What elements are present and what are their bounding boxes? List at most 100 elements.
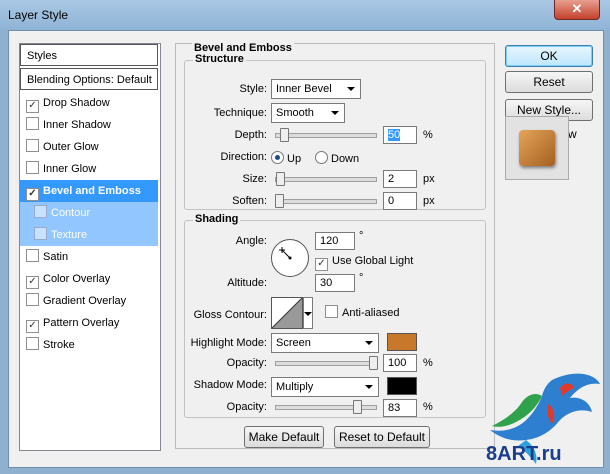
style-item-label: Inner Shadow: [43, 119, 111, 131]
highlight-mode-label: Highlight Mode:: [190, 337, 267, 349]
soften-slider-track[interactable]: [275, 199, 377, 204]
reset-button[interactable]: Reset: [505, 71, 593, 93]
style-item-stroke[interactable]: Stroke: [20, 334, 158, 356]
shadow-opacity-input[interactable]: 83: [383, 399, 417, 417]
style-item-label: Stroke: [43, 339, 75, 351]
style-item-pattern-overlay[interactable]: ✓ Pattern Overlay: [20, 312, 158, 334]
size-slider-thumb[interactable]: [276, 172, 285, 186]
depth-slider-track[interactable]: [275, 133, 377, 138]
checkbox-icon[interactable]: [26, 293, 39, 306]
chevron-down-icon: [331, 111, 339, 115]
checkbox-icon[interactable]: [26, 161, 39, 174]
style-label: Style:: [239, 83, 267, 95]
close-button[interactable]: ✕: [554, 0, 600, 20]
shading-group: Shading Angle: 120 ° ✓ Use Global Light A…: [184, 213, 486, 418]
styles-header[interactable]: Styles: [20, 44, 158, 66]
style-item-label: Contour: [51, 207, 91, 219]
style-item-inner-shadow[interactable]: Inner Shadow: [20, 114, 158, 136]
depth-input[interactable]: 50: [383, 126, 417, 144]
checkbox-checked-icon: ✓: [315, 258, 328, 271]
shadow-mode-select[interactable]: Multiply: [271, 377, 379, 397]
style-item-label: Drop Shadow: [43, 97, 110, 109]
chevron-down-icon: [347, 87, 355, 91]
direction-up-option[interactable]: Up: [271, 151, 301, 165]
checkbox-checked-icon[interactable]: ✓: [26, 100, 39, 113]
checkbox-icon[interactable]: [26, 139, 39, 152]
checkbox-icon[interactable]: [26, 117, 39, 130]
checkbox-icon[interactable]: [34, 227, 47, 240]
shadow-opacity-unit: %: [423, 401, 433, 413]
checkbox-icon: [325, 305, 338, 318]
shadow-opacity-label: Opacity:: [226, 401, 267, 413]
highlight-mode-select[interactable]: Screen: [271, 333, 379, 353]
highlight-opacity-thumb[interactable]: [369, 356, 378, 370]
reset-to-default-button[interactable]: Reset to Default: [334, 426, 430, 448]
style-item-drop-shadow[interactable]: ✓ Drop Shadow: [20, 92, 158, 114]
style-value: Inner Bevel: [276, 83, 332, 95]
style-item-label: Inner Glow: [43, 163, 97, 175]
layer-style-window: Layer Style ✕ Styles Blending Options: D…: [0, 0, 610, 474]
direction-down-option[interactable]: Down: [315, 151, 359, 165]
structure-title: Structure: [193, 53, 246, 65]
angle-dial[interactable]: [271, 239, 309, 277]
highlight-opacity-track[interactable]: [275, 361, 377, 366]
make-default-button[interactable]: Make Default: [244, 426, 324, 448]
style-select[interactable]: Inner Bevel: [271, 79, 361, 99]
style-item-label: Bevel and Emboss: [43, 185, 141, 197]
bevel-emboss-panel: Bevel and Emboss Structure Style: Inner …: [175, 42, 495, 449]
chevron-down-icon: [304, 312, 312, 316]
highlight-color-swatch[interactable]: [387, 333, 417, 351]
checkbox-icon[interactable]: [26, 337, 39, 350]
depth-label: Depth:: [234, 129, 267, 141]
anti-aliased-checkbox[interactable]: Anti-aliased: [325, 305, 399, 319]
gloss-contour-label: Gloss Contour:: [193, 309, 267, 321]
checkbox-checked-icon[interactable]: ✓: [26, 320, 39, 333]
shadow-mode-value: Multiply: [276, 381, 314, 393]
size-unit: px: [423, 173, 435, 185]
ok-button[interactable]: OK: [505, 45, 593, 67]
checkbox-checked-icon[interactable]: ✓: [26, 188, 39, 201]
title-bar: Layer Style ✕: [0, 0, 610, 30]
technique-value: Smooth: [276, 107, 314, 119]
style-item-satin[interactable]: Satin: [20, 246, 158, 268]
angle-unit: °: [359, 230, 364, 242]
style-item-texture[interactable]: Texture: [20, 224, 158, 246]
style-item-label: Pattern Overlay: [43, 317, 120, 329]
highlight-opacity-input[interactable]: 100: [383, 354, 417, 372]
soften-input[interactable]: 0: [383, 192, 417, 210]
size-input[interactable]: 2: [383, 170, 417, 188]
style-item-outer-glow[interactable]: Outer Glow: [20, 136, 158, 158]
style-item-label: Color Overlay: [43, 273, 111, 285]
highlight-mode-value: Screen: [276, 337, 311, 349]
shadow-color-swatch[interactable]: [387, 377, 417, 395]
blending-options-item[interactable]: Blending Options: Default: [20, 68, 158, 90]
style-item-label: Satin: [43, 251, 69, 263]
contour-curve-icon: [272, 298, 302, 328]
gloss-contour-dropdown[interactable]: [303, 297, 313, 329]
shadow-opacity-thumb[interactable]: [353, 400, 362, 414]
altitude-input[interactable]: 30: [315, 274, 355, 292]
radio-icon: [315, 151, 328, 164]
angle-input[interactable]: 120: [315, 232, 355, 250]
checkbox-icon[interactable]: [26, 249, 39, 262]
depth-value: 50: [388, 129, 401, 141]
checkbox-icon[interactable]: [34, 205, 47, 218]
shadow-mode-label: Shadow Mode:: [193, 379, 267, 391]
size-slider-track[interactable]: [275, 177, 377, 182]
technique-label: Technique:: [213, 107, 267, 119]
anti-aliased-label: Anti-aliased: [342, 307, 400, 319]
style-item-bevel-and-emboss[interactable]: ✓ Bevel and Emboss: [20, 180, 158, 202]
depth-slider-thumb[interactable]: [280, 128, 289, 142]
direction-down-label: Down: [331, 153, 360, 165]
style-item-color-overlay[interactable]: ✓ Color Overlay: [20, 268, 158, 290]
gloss-contour-picker[interactable]: [271, 297, 303, 329]
global-light-checkbox[interactable]: ✓ Use Global Light: [315, 255, 413, 271]
preview-swatch: [519, 130, 555, 166]
soften-slider-thumb[interactable]: [275, 194, 284, 208]
style-item-contour[interactable]: Contour: [20, 202, 158, 224]
style-item-gradient-overlay[interactable]: Gradient Overlay: [20, 290, 158, 312]
technique-select[interactable]: Smooth: [271, 103, 345, 123]
style-item-inner-glow[interactable]: Inner Glow: [20, 158, 158, 180]
styles-list: Styles Blending Options: Default ✓ Drop S…: [19, 43, 161, 451]
checkbox-checked-icon[interactable]: ✓: [26, 276, 39, 289]
